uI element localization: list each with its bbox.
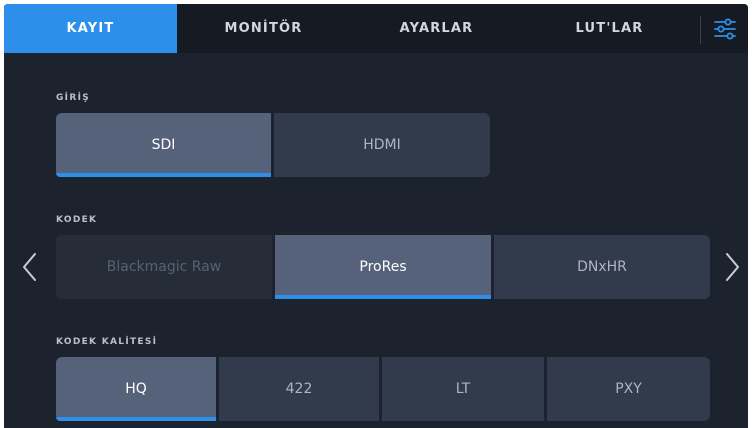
codec-option-label: DNxHR: [577, 259, 627, 275]
input-option-label: HDMI: [363, 137, 401, 153]
tab-monitor[interactable]: MONİTÖR: [177, 4, 350, 53]
selection-indicator: [56, 417, 216, 421]
tab-divider: [700, 16, 701, 44]
input-option-sdi[interactable]: SDI: [56, 113, 271, 177]
codec-option-dnxhr[interactable]: DNxHR: [494, 235, 710, 299]
chevron-right-icon[interactable]: [720, 247, 744, 287]
quality-option-hq[interactable]: HQ: [56, 357, 216, 421]
tab-bar: KAYIT MONİTÖR AYARLAR LUT'LAR: [4, 4, 748, 53]
quality-option-pxy[interactable]: PXY: [547, 357, 710, 421]
quality-option-label: HQ: [125, 381, 147, 397]
tab-kayit[interactable]: KAYIT: [4, 4, 177, 53]
input-section-label: GİRİŞ: [56, 93, 90, 103]
codec-section-label: KODEK: [56, 215, 98, 225]
tab-ayarlar[interactable]: AYARLAR: [350, 4, 523, 53]
chevron-left-icon[interactable]: [18, 247, 42, 287]
quality-section-label: KODEK KALİTESİ: [56, 337, 158, 347]
quality-option-label: LT: [455, 381, 471, 397]
record-settings-screen: KAYIT MONİTÖR AYARLAR LUT'LAR GİRİŞ SDI: [4, 4, 748, 428]
tab-lutlar[interactable]: LUT'LAR: [523, 4, 696, 53]
codec-option-label: Blackmagic Raw: [106, 259, 222, 275]
codec-option-prores[interactable]: ProRes: [275, 235, 491, 299]
codec-option-label: ProRes: [359, 259, 407, 275]
sliders-icon[interactable]: [710, 14, 740, 44]
input-option-label: SDI: [151, 137, 176, 153]
quality-option-422[interactable]: 422: [219, 357, 379, 421]
input-option-hdmi[interactable]: HDMI: [274, 113, 490, 177]
codec-option-blackmagic-raw: Blackmagic Raw: [56, 235, 272, 299]
quality-option-label: 422: [285, 381, 313, 397]
quality-option-label: PXY: [615, 381, 642, 397]
quality-option-lt[interactable]: LT: [382, 357, 544, 421]
selection-indicator: [56, 173, 271, 177]
selection-indicator: [275, 295, 491, 299]
